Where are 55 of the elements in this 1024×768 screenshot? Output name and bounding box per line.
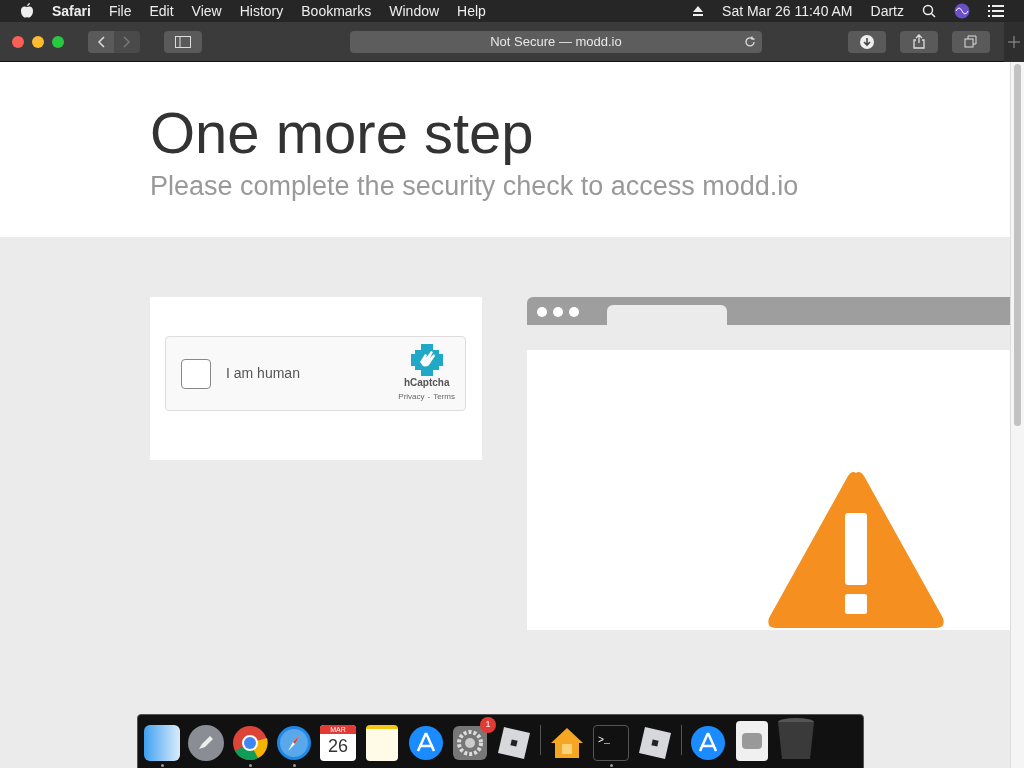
search-icon[interactable] [922, 4, 936, 18]
menubar-clock[interactable]: Sat Mar 26 11:40 AM [722, 0, 853, 22]
scrollbar-thumb[interactable] [1014, 64, 1021, 426]
minimize-button[interactable] [32, 35, 44, 48]
tabs-icon [964, 35, 978, 48]
menu-item[interactable]: History [239, 0, 284, 22]
house-icon[interactable] [549, 725, 585, 761]
zoom-button[interactable] [52, 35, 64, 48]
chevron-right-icon [123, 35, 131, 48]
captcha-brand: hCaptcha [403, 377, 450, 389]
link-separator: - [427, 391, 431, 403]
downloads-button[interactable] [848, 30, 886, 53]
menu-item[interactable]: Window [389, 0, 440, 22]
trash-icon[interactable] [776, 717, 816, 761]
plus-icon [1008, 35, 1020, 48]
chevron-left-icon [97, 35, 105, 48]
privacy-link[interactable]: Privacy [398, 391, 425, 403]
hand-icon [410, 344, 443, 376]
siri-icon[interactable] [954, 3, 970, 19]
menu-item[interactable]: Safari [52, 0, 91, 22]
terminal-icon[interactable]: >_ [593, 725, 629, 761]
apple-icon[interactable] [20, 3, 34, 19]
app-store-icon[interactable] [690, 725, 726, 761]
sidebar-button[interactable] [164, 30, 202, 53]
menu-item[interactable]: Help [457, 0, 486, 22]
reload-icon[interactable] [744, 35, 756, 48]
back-button[interactable] [88, 30, 114, 53]
gear-icon[interactable] [452, 725, 488, 761]
menu-item[interactable]: Bookmarks [301, 0, 372, 22]
app-store-icon[interactable] [408, 725, 444, 761]
sidebar-icon [175, 35, 191, 48]
chrome-icon[interactable] [232, 725, 268, 761]
terminal-prompt: >_ [597, 735, 610, 746]
notification-badge: 1 [480, 717, 496, 733]
list-icon[interactable] [988, 5, 1004, 17]
share-icon [913, 34, 925, 49]
address-text: Not Secure — modd.io [490, 32, 622, 51]
menu-item[interactable]: View [191, 0, 222, 22]
captcha-label: I am human [226, 364, 300, 383]
captcha-checkbox[interactable] [181, 358, 211, 389]
address-bar[interactable]: Not Secure — modd.io [350, 30, 762, 53]
tabs-button[interactable] [952, 30, 990, 53]
calendar-day: 26 [328, 734, 348, 758]
page-subtitle: Please complete the security check to access modd.io [150, 170, 800, 203]
close-button[interactable] [12, 35, 24, 48]
share-button[interactable] [900, 30, 938, 53]
eject-icon[interactable] [692, 5, 705, 17]
page-title: One more step [150, 100, 535, 166]
download-icon [860, 34, 874, 49]
menu-item[interactable]: File [108, 0, 132, 22]
terms-link[interactable]: Terms [433, 391, 455, 403]
user-name[interactable]: Dartz [870, 0, 904, 22]
compass-icon[interactable] [276, 725, 312, 761]
menu-item[interactable]: Edit [149, 0, 174, 22]
finder-icon[interactable] [144, 725, 180, 761]
